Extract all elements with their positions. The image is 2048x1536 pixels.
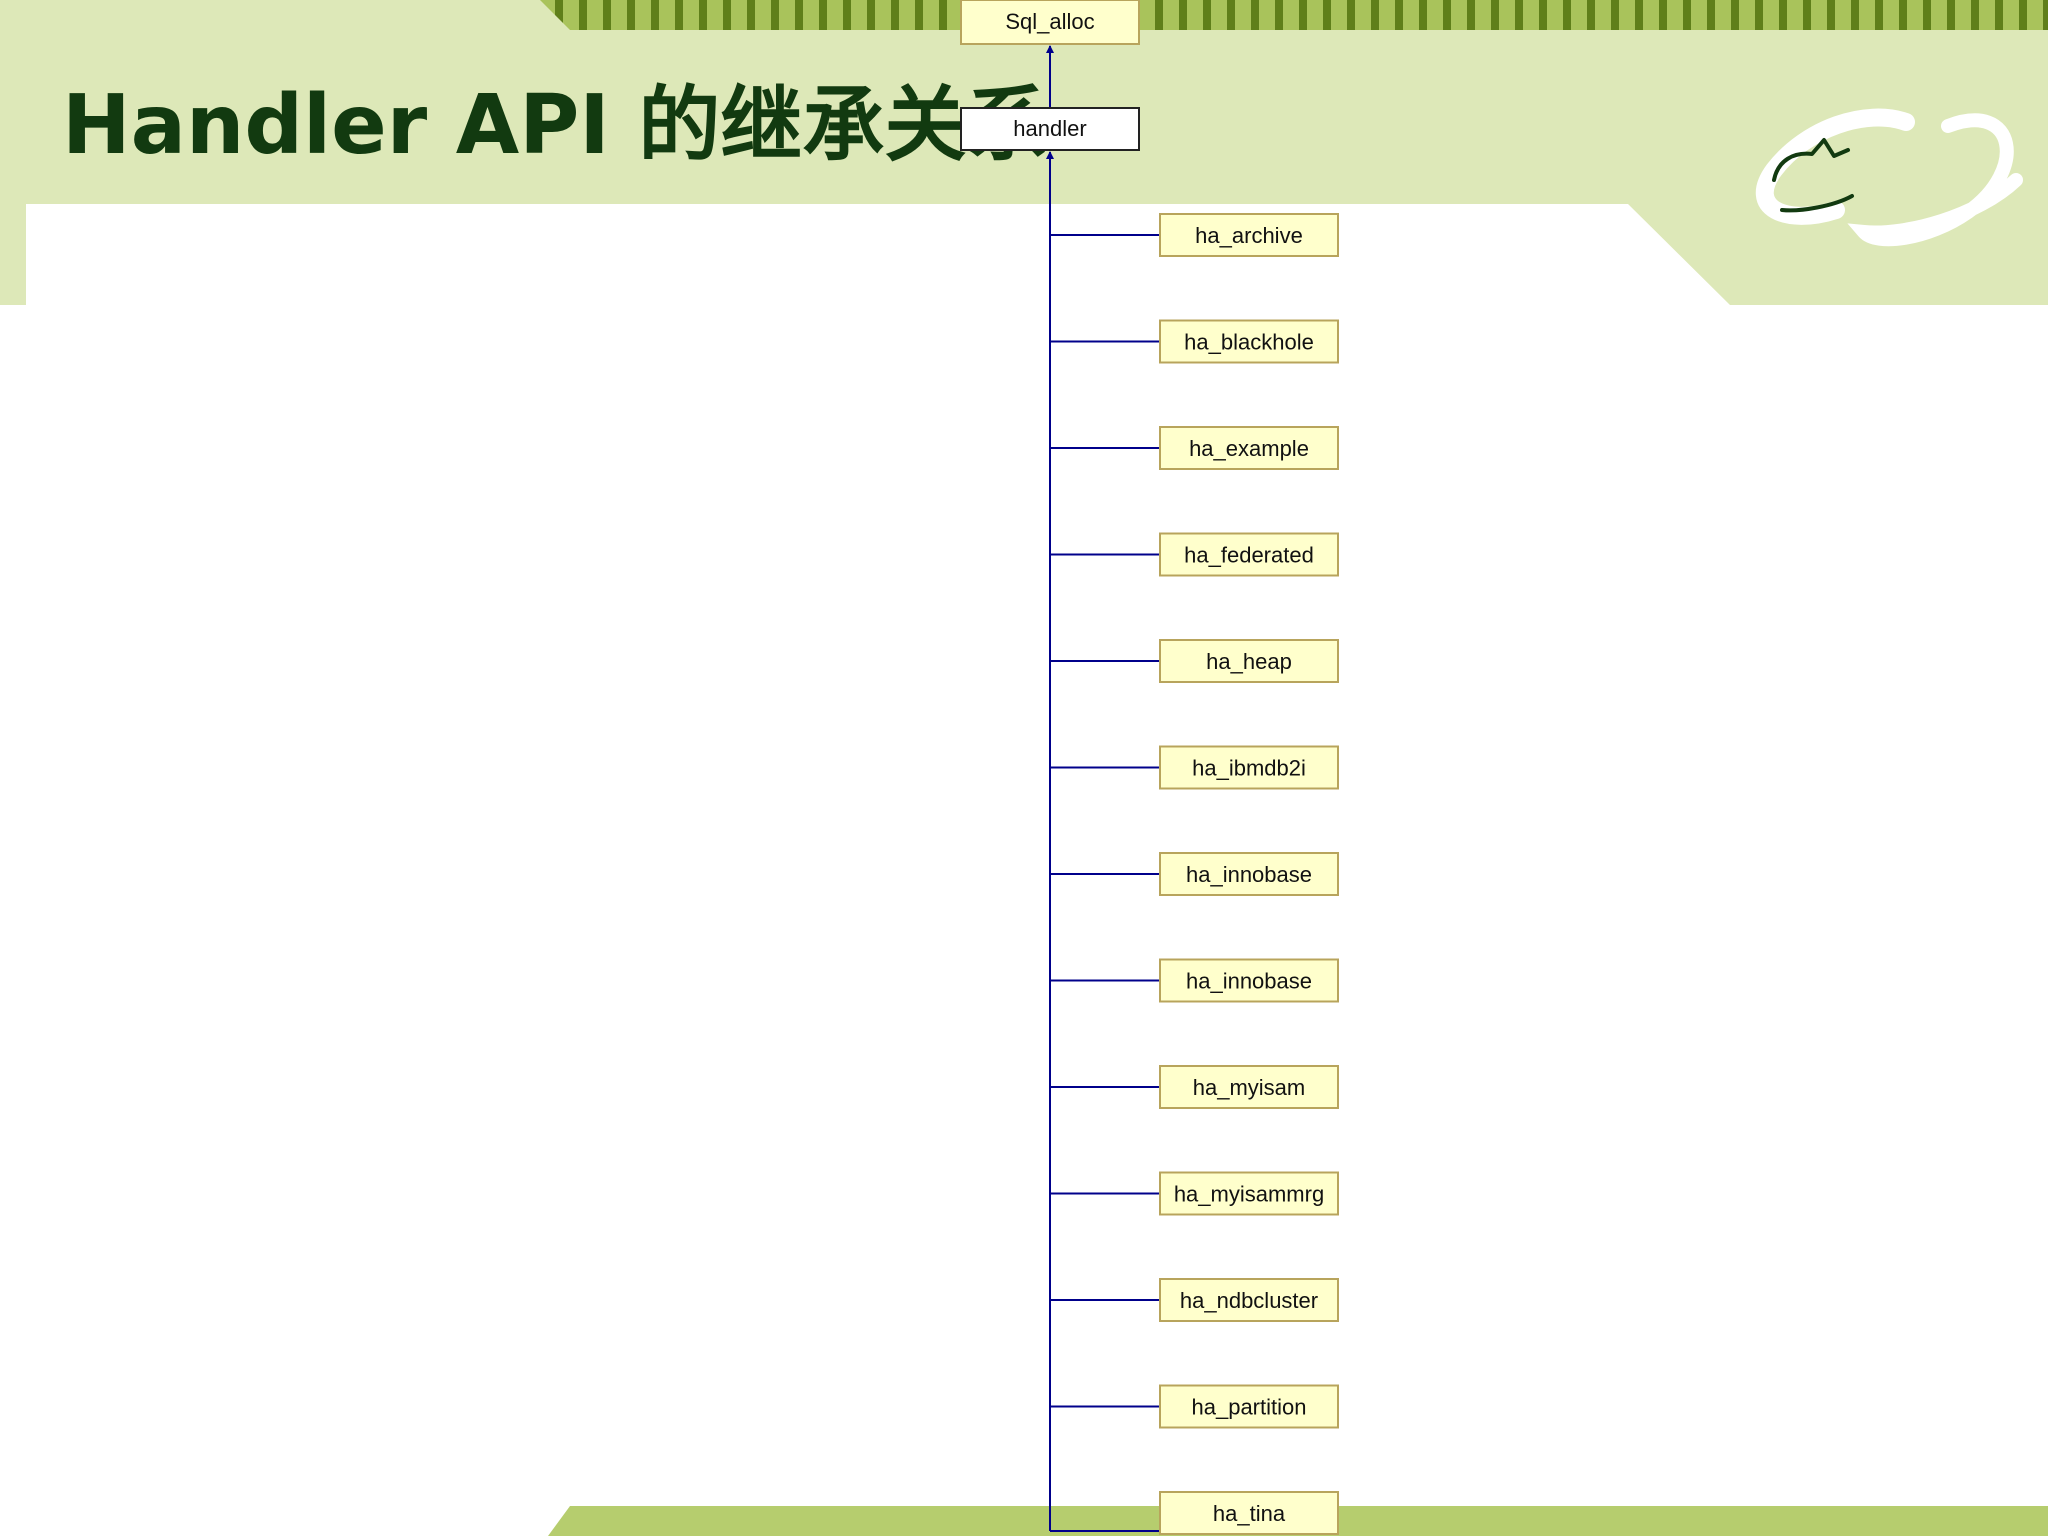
class-label: ha_innobase (1186, 969, 1312, 994)
class-node-base: handler (960, 107, 1140, 151)
class-node-ha-tina: ha_tina (1159, 1491, 1339, 1535)
class-label: ha_heap (1206, 649, 1292, 674)
inheritance-edges (1046, 45, 1160, 1532)
class-label: ha_ibmdb2i (1192, 756, 1306, 781)
class-label: ha_blackhole (1184, 330, 1314, 355)
class-node-ha-myisammrg: ha_myisammrg (1159, 1171, 1339, 1216)
class-node-ha-myisam: ha_myisam (1159, 1065, 1339, 1109)
class-node-ha-heap: ha_heap (1159, 639, 1339, 683)
class-node-ha-blackhole: ha_blackhole (1159, 319, 1339, 364)
class-label: ha_archive (1195, 223, 1303, 248)
class-label-root: Sql_alloc (1005, 9, 1094, 34)
class-node-ha-ibmdb2i: ha_ibmdb2i (1159, 745, 1339, 790)
class-node-ha-innobase: ha_innobase (1159, 958, 1339, 1003)
class-label: ha_tina (1213, 1501, 1286, 1526)
class-label: ha_ndbcluster (1180, 1288, 1318, 1313)
class-label: ha_myisammrg (1174, 1182, 1324, 1207)
class-node-ha-archive: ha_archive (1159, 213, 1339, 257)
class-node-ha-ndbcluster: ha_ndbcluster (1159, 1278, 1339, 1322)
class-label: ha_myisam (1193, 1075, 1305, 1100)
class-label: ha_partition (1192, 1395, 1307, 1420)
class-label: ha_federated (1184, 543, 1314, 568)
class-label: ha_innobase (1186, 862, 1312, 887)
class-node-root: Sql_alloc (960, 0, 1140, 45)
class-node-ha-example: ha_example (1159, 426, 1339, 470)
class-node-ha-innobase: ha_innobase (1159, 852, 1339, 896)
class-node-ha-federated: ha_federated (1159, 532, 1339, 577)
class-node-ha-partition: ha_partition (1159, 1384, 1339, 1429)
inheritance-diagram: Sql_alloc handler ha_archive ha_blackhole… (960, 0, 1339, 1535)
class-label: ha_example (1189, 436, 1309, 461)
class-label-base: handler (1013, 116, 1086, 141)
